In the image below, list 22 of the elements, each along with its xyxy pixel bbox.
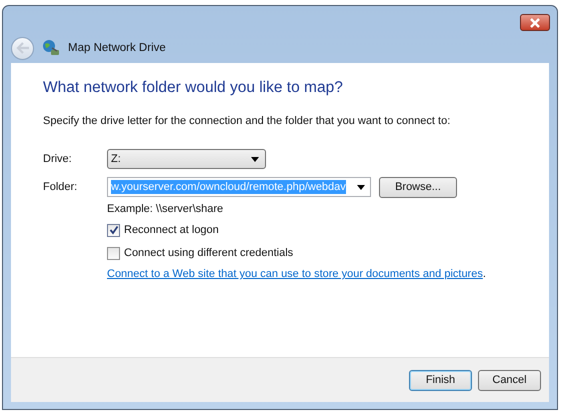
close-icon — [529, 18, 541, 28]
network-drive-icon — [42, 39, 60, 57]
period-text: . — [482, 268, 486, 280]
checkbox[interactable] — [107, 224, 120, 236]
web-site-link[interactable]: Connect to a Web site that you can use to store your documents and pictures — [107, 268, 483, 280]
dialog-heading: What network folder would you like to map? — [43, 79, 344, 97]
dropdown-arrow-icon — [251, 156, 259, 162]
window-title: Map Network Drive — [68, 42, 166, 54]
checkbox-label: Reconnect at logon — [124, 224, 219, 236]
browse-button[interactable]: Browse... — [379, 176, 457, 198]
close-button[interactable] — [520, 14, 550, 31]
checkbox[interactable] — [107, 246, 120, 260]
dialog-button[interactable]: Finish — [409, 370, 472, 390]
dropdown-arrow-icon — [357, 184, 365, 190]
example-text: Example: \\server\share — [107, 203, 224, 215]
checkbox-label: Connect using different credentials — [124, 247, 294, 259]
instruction-text: Specify the drive letter for the connection and the folder that you want to connect to: — [43, 115, 452, 127]
back-arrow-icon — [16, 42, 30, 54]
drive-label: Drive: — [43, 153, 73, 165]
folder-label: Folder: — [43, 181, 78, 193]
drive-dropdown[interactable]: Z: — [107, 149, 266, 169]
dialog-button[interactable]: Cancel — [478, 370, 541, 390]
